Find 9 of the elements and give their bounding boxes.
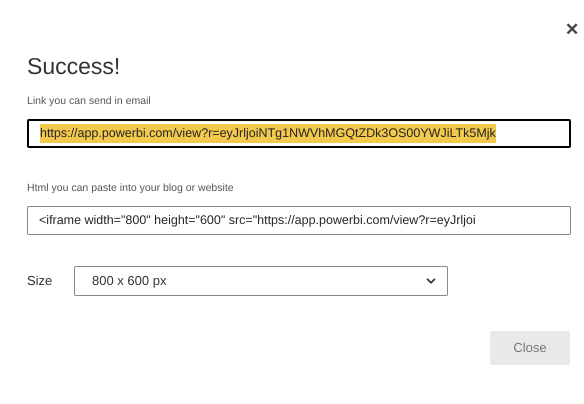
field-value: https://app.powerbi.com/view?r=eyJrljoiNTg1NWVhMGQtZDk3OS00YWJiLTk5Mjk (40, 124, 496, 143)
text-field[interactable]: <iframe width="800" height="600" src="https://app.powerbi.com/view?r=eyJrljoi (27, 206, 571, 234)
field-label: Link you can send in email (27, 94, 152, 109)
field-label: Html you can paste into your blog or website (27, 180, 235, 196)
dialog-title: Success! (27, 52, 122, 81)
text-field[interactable]: https://app.powerbi.com/view?r=eyJrljoiNTg1NWVhMGQtZDk3OS00YWJiLTk5Mjk (27, 118, 571, 148)
field-value: <iframe width="800" height="600" src="https://app.powerbi.com/view?r=eyJrljoi (39, 212, 476, 229)
size-dropdown[interactable]: 800 x 600 px (74, 266, 448, 296)
size-label: Size (27, 272, 54, 290)
